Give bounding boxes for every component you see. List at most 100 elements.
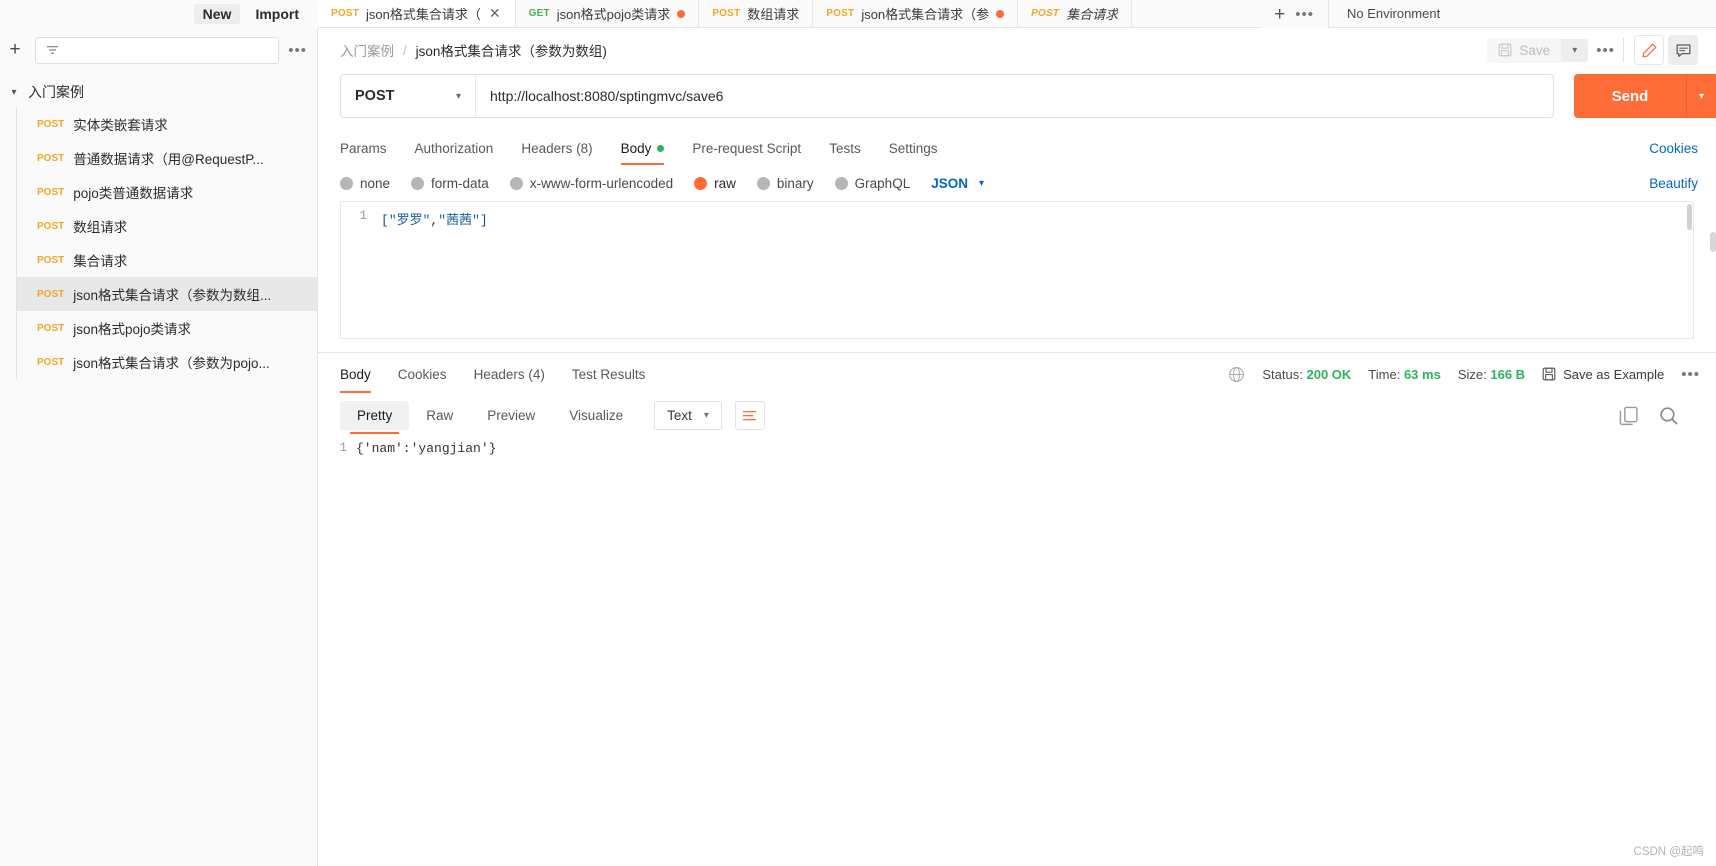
response-type-select[interactable]: Text ▾ (654, 401, 722, 430)
body-type-radio-none[interactable]: none (340, 176, 390, 191)
request-tab-4[interactable]: POST 集合请求 (1018, 0, 1133, 27)
response-view-visualize[interactable]: Visualize (552, 401, 640, 430)
tab-name: 集合请求 (1066, 7, 1119, 22)
ellipsis-icon[interactable]: ••• (1295, 7, 1314, 22)
status-value: 200 OK (1306, 366, 1352, 382)
sidebar-item-1[interactable]: POST 普通数据请求（用@RequestP... (17, 141, 317, 175)
response-view-raw[interactable]: Raw (409, 401, 470, 430)
http-method-select[interactable]: POST ▾ (341, 75, 476, 117)
request-tab-pre-request-script[interactable]: Pre-request Script (692, 132, 816, 165)
plus-icon[interactable]: + (4, 39, 26, 61)
breadcrumb-current: json格式集合请求（参数为数组) (415, 44, 607, 59)
text-wrap-button[interactable] (734, 401, 765, 430)
body-type-label: GraphQL (854, 176, 911, 191)
beautify-button[interactable]: Beautify (1649, 176, 1698, 191)
send-options-chevron-down-icon[interactable]: ▾ (1686, 74, 1716, 118)
response-tab-cookies[interactable]: Cookies (398, 356, 447, 393)
response-view-tabs: Pretty Raw Preview Visualize (340, 401, 640, 434)
request-body-editor[interactable]: 1 ["罗罗","茜茜"] (340, 201, 1694, 339)
response-tab-test-results[interactable]: Test Results (572, 356, 646, 393)
size-group: Size: 166 B (1458, 367, 1525, 382)
body-type-radio-raw[interactable]: raw (694, 176, 736, 191)
code-token-close-bracket: ] (479, 213, 488, 228)
body-type-row: none form-data x-www-form-urlencoded raw bin… (318, 176, 1716, 191)
sidebar-item-5[interactable]: POST json格式集合请求（参数为数组... (17, 277, 317, 311)
code-token-open-bracket: [ (381, 213, 389, 228)
request-tab-body[interactable]: Body (620, 132, 680, 165)
request-pane: 入门案例 / json格式集合请求（参数为数组) Save ▾ ••• POST… (318, 28, 1716, 866)
response-more-icon[interactable]: ••• (1681, 366, 1700, 383)
body-type-label: binary (776, 176, 814, 191)
body-format-select[interactable]: JSON ▾ (931, 176, 984, 191)
new-button[interactable]: New (193, 4, 241, 24)
save-as-example-button[interactable]: Save as Example (1542, 367, 1664, 382)
size-label: Size: (1457, 366, 1487, 382)
request-tab-3[interactable]: POST json格式集合请求（参 (813, 0, 1019, 27)
globe-icon (1229, 366, 1245, 382)
url-input[interactable]: http://localhost:8080/sptingmvc/save6 (476, 75, 1553, 117)
collection-name: 入门案例 (28, 84, 84, 100)
sidebar-item-label: 普通数据请求（用@RequestP... (73, 152, 264, 167)
request-tab-label: Pre-request Script (692, 141, 802, 156)
response-body-editor[interactable]: 1 {'nam':'yangjian'} (318, 430, 1716, 866)
editor-scrollbar[interactable] (1686, 202, 1693, 338)
search-icon[interactable] (1658, 405, 1680, 427)
save-options-chevron-down-icon[interactable]: ▾ (1561, 38, 1589, 62)
save-button[interactable]: Save (1487, 37, 1562, 63)
close-icon[interactable]: ✕ (488, 6, 502, 20)
tab-name: json格式集合请求（参 (861, 7, 990, 22)
request-tabs: Params Authorization Headers (8) Body Pre-re… (318, 132, 1716, 165)
sidebar: + ••• ▾ 入门案例 POST 实体类嵌套请求 POST 普通数据请求（用@Req… (0, 28, 318, 866)
response-tab-body[interactable]: Body (340, 356, 371, 393)
request-body-code[interactable]: ["罗罗","茜茜"] (375, 202, 1693, 338)
edit-button[interactable] (1634, 35, 1664, 65)
body-type-radio-form-data[interactable]: form-data (411, 176, 489, 191)
tab-method-label: POST (1031, 8, 1060, 19)
request-tab-params[interactable]: Params (340, 132, 402, 165)
send-button[interactable]: Send (1574, 74, 1686, 118)
response-tabs-row: Body Cookies Headers (4) Test Results Statu… (318, 353, 1716, 395)
floppy-disk-icon (1499, 43, 1512, 57)
chevron-down-icon: ▾ (978, 178, 984, 189)
request-pane-scrollbar[interactable] (1710, 232, 1716, 252)
response-pane: Body Cookies Headers (4) Test Results Statu… (318, 353, 1716, 866)
top-bar: New Import POST json格式集合请求（ ✕ GET json格式pojo… (0, 0, 1716, 28)
sidebar-item-method: POST (37, 322, 65, 334)
tab-name: 数组请求 (747, 7, 800, 22)
body-type-radio-x-www-form-urlencoded[interactable]: x-www-form-urlencoded (509, 176, 673, 191)
request-tab-0[interactable]: POST json格式集合请求（ ✕ (318, 0, 516, 27)
cookies-link[interactable]: Cookies (1649, 141, 1698, 156)
collection-root-入门案例[interactable]: ▾ 入门案例 (0, 77, 317, 107)
environment-selector[interactable]: No Environment (1328, 0, 1716, 28)
request-tab-tests[interactable]: Tests (829, 132, 876, 165)
response-tab-headers[interactable]: Headers (4) (474, 356, 545, 393)
copy-icon[interactable] (1618, 405, 1640, 427)
sidebar-more-icon[interactable]: ••• (288, 42, 307, 59)
tab-method-label: POST (712, 8, 741, 19)
search-input[interactable] (35, 36, 280, 64)
request-tab-authorization[interactable]: Authorization (415, 132, 509, 165)
request-more-icon[interactable]: ••• (1588, 42, 1623, 59)
request-tab-label: Settings (888, 141, 938, 156)
sidebar-item-4[interactable]: POST 集合请求 (17, 243, 317, 277)
sidebar-item-2[interactable]: POST pojo类普通数据请求 (17, 175, 317, 209)
request-tab-headers[interactable]: Headers (8) (521, 132, 607, 165)
request-tab-2[interactable]: POST 数组请求 (699, 0, 814, 27)
plus-icon[interactable]: + (1274, 5, 1285, 24)
sidebar-item-0[interactable]: POST 实体类嵌套请求 (17, 107, 317, 141)
sidebar-item-method: POST (37, 288, 65, 300)
body-type-radio-binary[interactable]: binary (756, 176, 814, 191)
sidebar-item-7[interactable]: POST json格式集合请求（参数为pojo... (17, 345, 317, 379)
comment-button[interactable] (1668, 35, 1698, 65)
response-view-pretty[interactable]: Pretty (340, 401, 410, 434)
import-button[interactable]: Import (246, 4, 308, 24)
request-tab-settings[interactable]: Settings (889, 132, 953, 165)
sidebar-item-6[interactable]: POST json格式pojo类请求 (17, 311, 317, 345)
main-area: + ••• ▾ 入门案例 POST 实体类嵌套请求 POST 普通数据请求（用@Req… (0, 28, 1716, 866)
sidebar-item-3[interactable]: POST 数组请求 (17, 209, 317, 243)
response-view-preview[interactable]: Preview (470, 401, 552, 430)
breadcrumb-collection[interactable]: 入门案例 (340, 40, 394, 60)
radio-icon (756, 177, 770, 190)
request-tab-1[interactable]: GET json格式pojo类请求 (515, 0, 700, 27)
body-type-radio-GraphQL[interactable]: GraphQL (834, 176, 911, 191)
